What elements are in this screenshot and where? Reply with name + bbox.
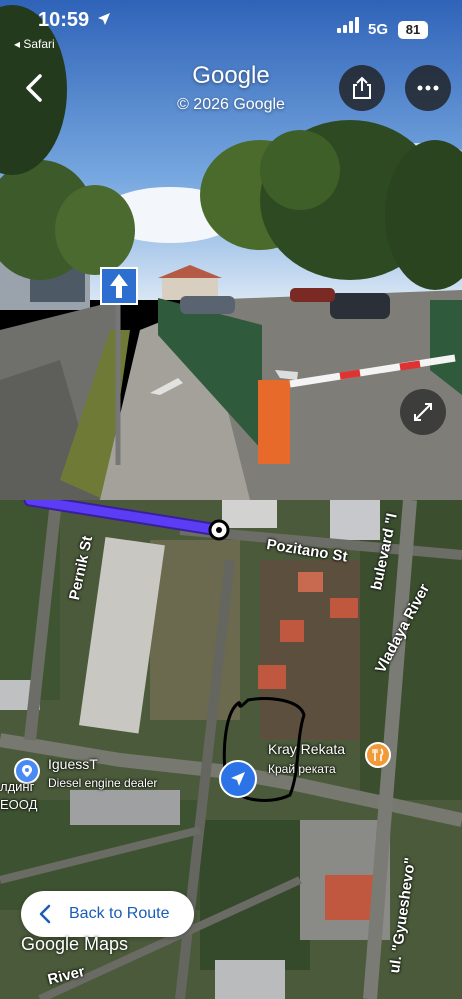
navigation-arrow-icon	[231, 772, 245, 786]
current-location-marker[interactable]	[219, 760, 257, 798]
back-to-safari-link[interactable]: ◂ Safari	[14, 37, 55, 51]
status-bar: 10:59 ◂ Safari 5G 81	[0, 0, 462, 56]
more-horizontal-icon	[417, 85, 439, 91]
poi-category-iguess: Diesel engine dealer	[48, 776, 158, 790]
poi-label-cut-2: ЕООД	[0, 797, 38, 812]
expand-button[interactable]	[400, 389, 446, 435]
poi-name-kray-rekata-cyrillic: Край реката	[268, 762, 336, 776]
satellite-map[interactable]: Pernik St Pozitano St bulevard "I Vladay…	[0, 500, 462, 999]
street-view-copyright: © 2026 Google	[177, 96, 285, 113]
chevron-left-icon	[39, 904, 51, 924]
location-pin-icon	[22, 765, 32, 777]
poi-pin-kray-rekata[interactable]	[365, 742, 391, 768]
cellular-signal-icon	[337, 17, 359, 33]
expand-icon	[414, 403, 432, 421]
network-type: 5G	[368, 21, 389, 38]
poi-name-kray-rekata[interactable]: Kray Rekata	[268, 741, 345, 757]
street-view-panel[interactable]: 10:59 ◂ Safari 5G 81 Google © 2026 Googl…	[0, 0, 462, 500]
share-icon	[353, 76, 371, 99]
battery-indicator: 81	[398, 21, 428, 39]
back-to-route-button[interactable]: Back to Route	[21, 891, 194, 937]
back-to-route-label: Back to Route	[69, 905, 170, 922]
share-button[interactable]	[339, 65, 385, 111]
restaurant-icon	[372, 748, 384, 761]
poi-name-iguess[interactable]: IguessT	[48, 756, 98, 772]
location-arrow-icon	[98, 13, 110, 25]
google-maps-logo: Google Maps	[21, 934, 129, 954]
more-options-button[interactable]	[405, 65, 451, 111]
street-view-title: Google	[192, 62, 270, 89]
poi-label-cut-1: лдинг	[0, 779, 35, 794]
status-time: 10:59	[38, 9, 90, 31]
